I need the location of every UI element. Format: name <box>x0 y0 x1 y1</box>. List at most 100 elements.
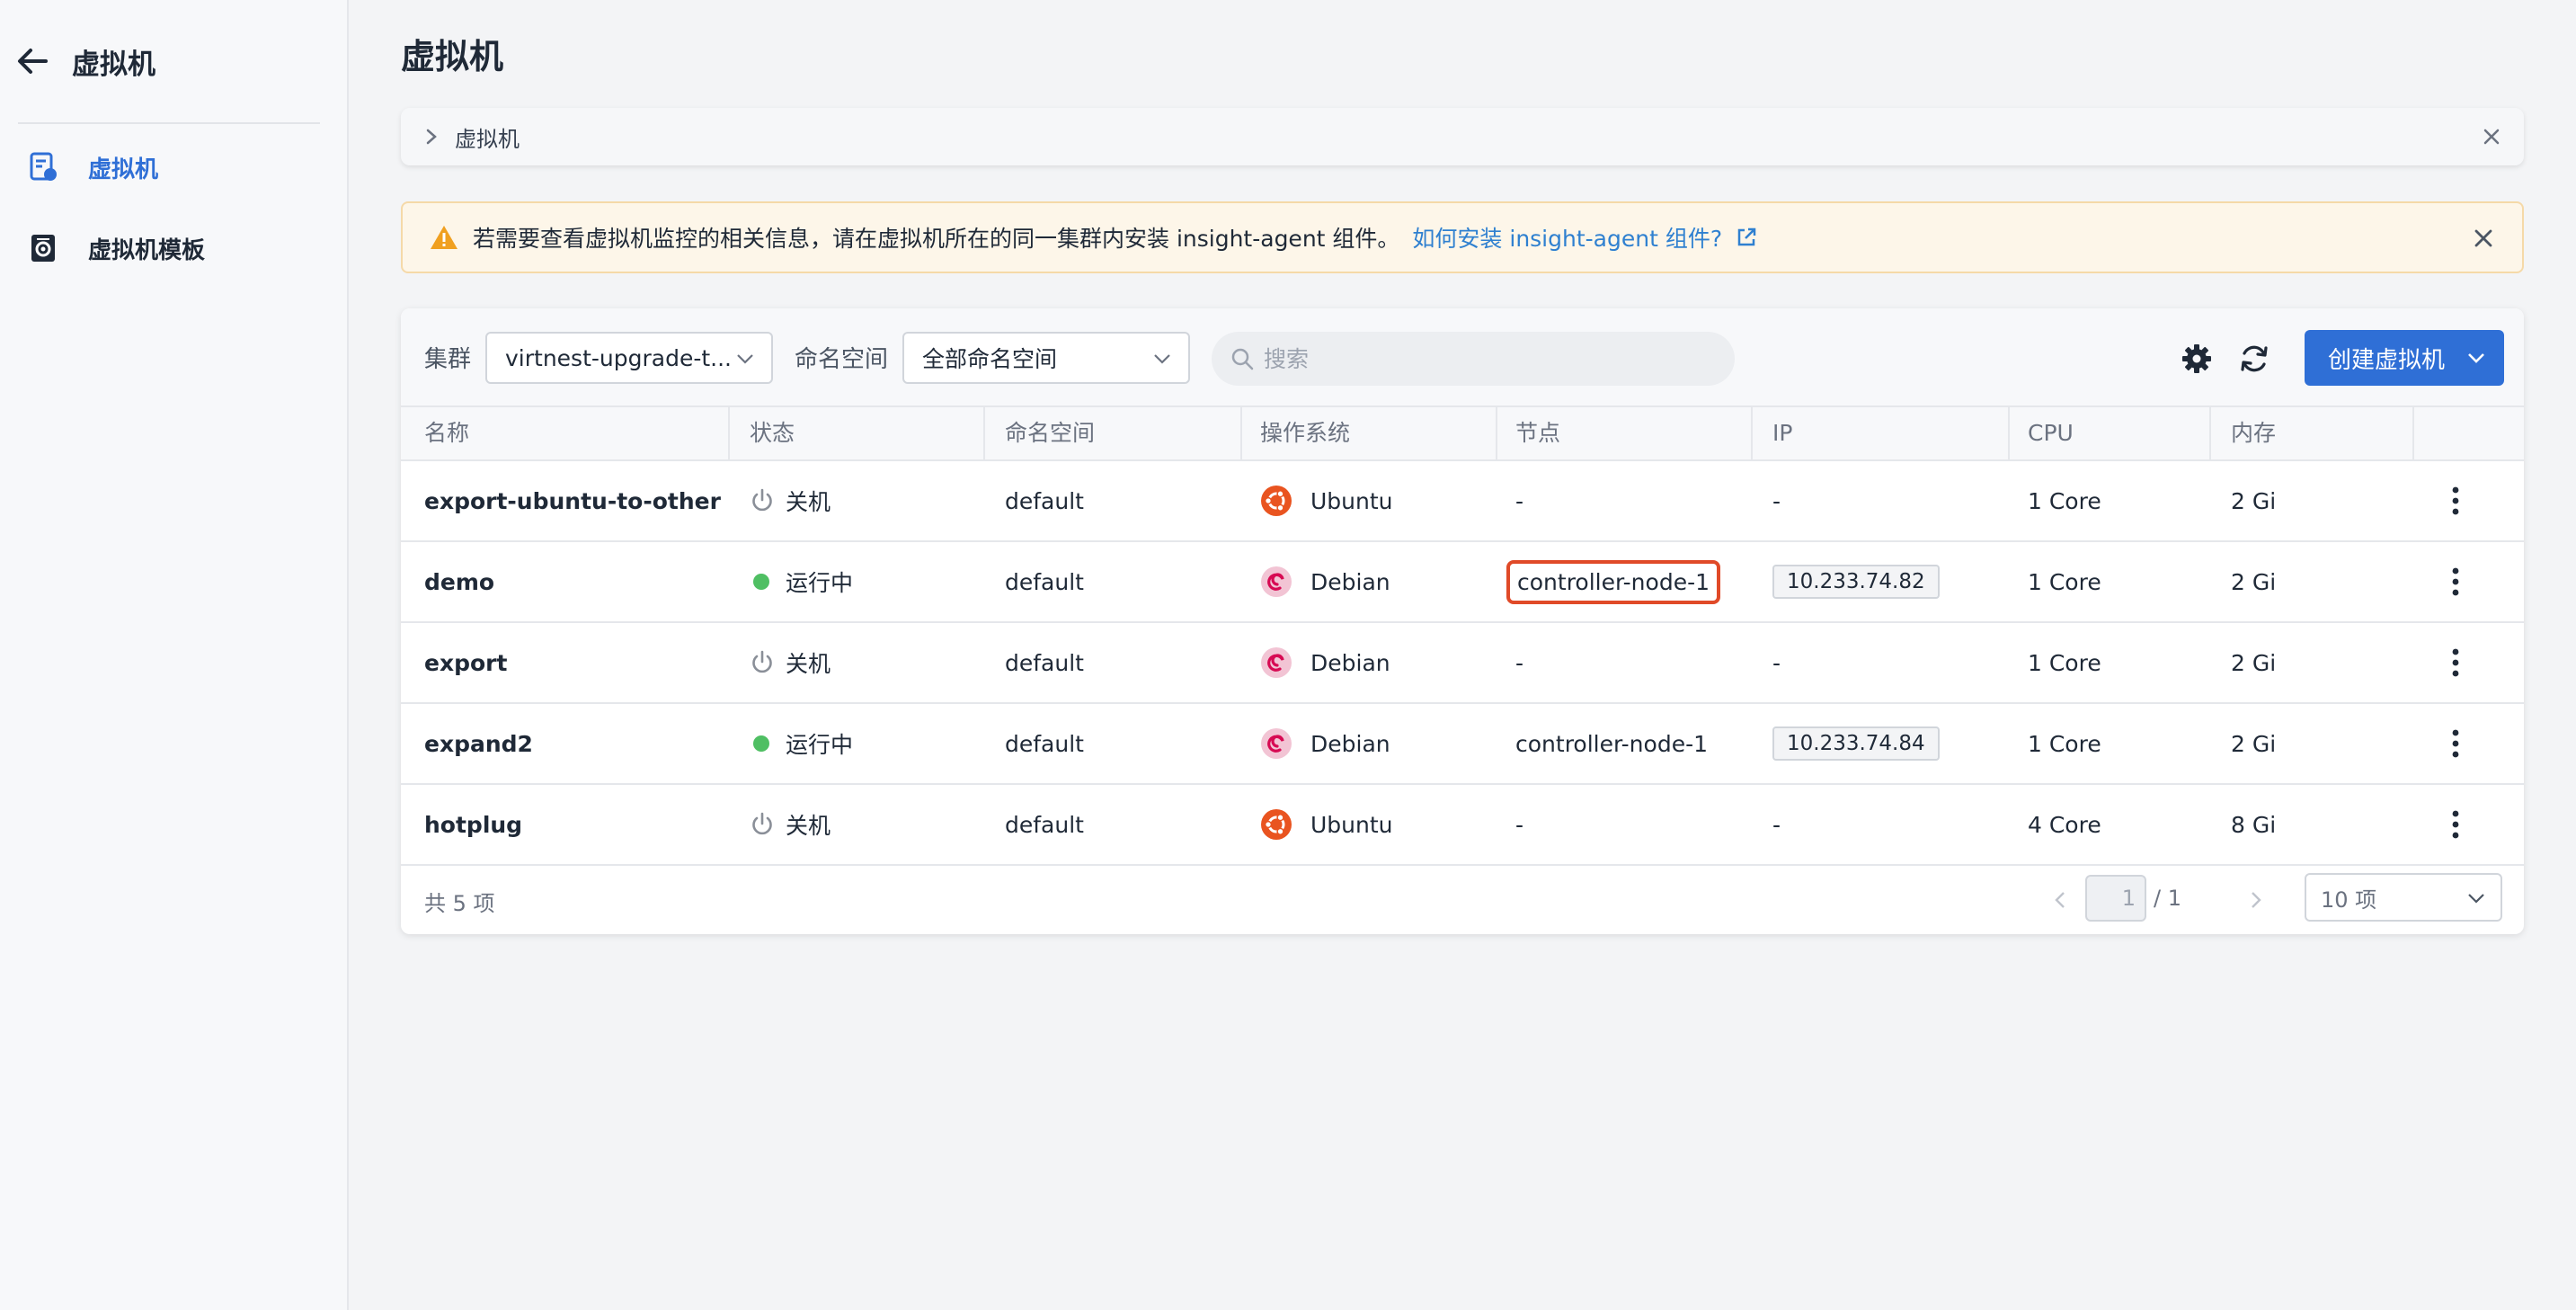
ip-cell: 10.233.74.84 <box>1772 704 1940 783</box>
back-arrow-icon[interactable] <box>14 43 50 79</box>
status-text: 关机 <box>786 813 831 839</box>
node-value: - <box>1515 649 1524 676</box>
table-row[interactable]: expand2 运行中 default Debian controller-node-1… <box>401 704 2524 785</box>
namespace-value: default <box>1005 730 1084 757</box>
table-row[interactable]: export-ubuntu-to-other 关机 default Ubuntu - - 1… <box>401 461 2524 542</box>
search-box <box>1212 332 1735 386</box>
sidebar-header: 虚拟机 <box>14 40 155 83</box>
column-header[interactable]: 名称 <box>424 407 469 459</box>
table-row[interactable]: demo 运行中 default Debian controller-node-1 10.… <box>401 542 2524 623</box>
cluster-label: 集群 <box>424 346 472 373</box>
status-cell: 关机 <box>750 461 831 540</box>
table-row[interactable]: export 关机 default Debian - - 1 Core 2 Gi <box>401 623 2524 704</box>
close-icon[interactable] <box>2479 124 2504 149</box>
chevron-down-icon <box>2466 348 2486 368</box>
page-size-select[interactable]: 10 项 <box>2305 873 2502 922</box>
table-header: 名称 状态 命名空间 操作系统 节点 IP CPU 内存 <box>401 405 2524 461</box>
memory-value: 2 Gi <box>2231 487 2277 514</box>
status-text: 运行中 <box>786 570 854 596</box>
vm-name[interactable]: demo <box>424 542 494 621</box>
cluster-select[interactable]: virtnest-upgrade-t... <box>485 332 773 384</box>
status-cell: 运行中 <box>750 704 853 783</box>
column-header[interactable]: 内存 <box>2231 407 2276 459</box>
status-cell: 关机 <box>750 785 831 864</box>
chevron-down-icon <box>1152 349 1172 369</box>
vm-name[interactable]: hotplug <box>424 785 522 864</box>
status-cell: 关机 <box>750 623 831 702</box>
prev-page-icon[interactable] <box>2047 887 2073 913</box>
node-value: - <box>1515 487 1524 514</box>
column-header[interactable]: IP <box>1772 407 1792 459</box>
column-header[interactable]: CPU <box>2028 407 2074 459</box>
sidebar-item-vm[interactable]: 虚拟机 <box>27 144 158 191</box>
running-status-dot <box>753 574 769 590</box>
column-divider <box>2209 407 2211 459</box>
cluster-value: virtnest-upgrade-t... <box>505 344 732 371</box>
breadcrumb-text[interactable]: 虚拟机 <box>455 121 520 153</box>
ip-cell: - <box>1772 623 1781 702</box>
namespace-value: default <box>1005 568 1084 595</box>
status-cell: 运行中 <box>750 542 853 621</box>
os-cell: Ubuntu <box>1260 461 1393 540</box>
cpu-value: 1 Core <box>2028 649 2101 676</box>
column-header[interactable]: 命名空间 <box>1005 407 1095 459</box>
namespace-value: 全部命名空间 <box>922 346 1058 372</box>
node-cell: - <box>1515 461 1523 540</box>
ip-value: - <box>1772 487 1781 514</box>
breadcrumb: 虚拟机 <box>401 108 2524 165</box>
vm-name[interactable]: export <box>424 623 507 702</box>
ubuntu-icon <box>1260 485 1292 517</box>
column-divider <box>1751 407 1753 459</box>
page-size-value: 10 项 <box>2321 887 2377 913</box>
alert-banner: 若需要查看虚拟机监控的相关信息，请在虚拟机所在的同一集群内安装 insight-… <box>401 201 2524 273</box>
more-actions-icon[interactable] <box>2438 806 2474 842</box>
create-vm-button[interactable]: 创建虚拟机 <box>2305 330 2504 386</box>
install-guide-link[interactable]: 如何安装 insight-agent 组件? <box>1412 221 1722 254</box>
table-row[interactable]: hotplug 关机 default Ubuntu - - 4 Core 8 Gi <box>401 785 2524 866</box>
ip-value: - <box>1772 811 1781 838</box>
next-page-icon[interactable] <box>2243 887 2269 913</box>
os-name: Debian <box>1310 568 1390 595</box>
ubuntu-icon <box>1260 808 1292 841</box>
node-value-highlighted: controller-node-1 <box>1506 559 1721 604</box>
vm-name[interactable]: export-ubuntu-to-other <box>424 461 721 540</box>
column-divider <box>728 407 730 459</box>
settings-gear-icon[interactable] <box>2179 341 2215 377</box>
sidebar: 虚拟机 虚拟机 虚拟机模板 <box>0 0 349 1310</box>
create-vm-label: 创建虚拟机 <box>2328 346 2446 374</box>
column-header[interactable]: 操作系统 <box>1260 407 1350 459</box>
more-actions-icon[interactable] <box>2438 564 2474 600</box>
node-cell: - <box>1515 623 1523 702</box>
column-divider <box>983 407 985 459</box>
sidebar-item-label: 虚拟机模板 <box>88 236 206 264</box>
debian-icon <box>1260 646 1292 679</box>
sidebar-title: 虚拟机 <box>72 48 155 81</box>
chevron-right-icon[interactable] <box>421 126 442 147</box>
namespace-value: default <box>1005 811 1084 838</box>
namespace-select[interactable]: 全部命名空间 <box>902 332 1190 384</box>
more-actions-icon[interactable] <box>2438 645 2474 681</box>
table-toolbar: 集群 virtnest-upgrade-t... 命名空间 全部命名空间 搜索 … <box>401 308 2524 405</box>
chevron-down-icon <box>735 349 755 369</box>
more-actions-icon[interactable] <box>2438 726 2474 762</box>
more-actions-icon[interactable] <box>2438 483 2474 519</box>
search-icon <box>1230 346 1255 371</box>
vm-template-icon <box>27 232 59 264</box>
os-cell: Debian <box>1260 623 1390 702</box>
close-icon[interactable] <box>2470 225 2497 252</box>
refresh-icon[interactable] <box>2236 341 2272 377</box>
chevron-down-icon <box>2466 888 2486 908</box>
column-header[interactable]: 状态 <box>750 407 795 459</box>
search-input[interactable] <box>1264 345 1713 372</box>
vm-name[interactable]: expand2 <box>424 704 533 783</box>
running-status-dot <box>753 735 769 752</box>
column-header[interactable]: 节点 <box>1515 407 1560 459</box>
os-name: Debian <box>1310 649 1390 676</box>
vm-table-card: 集群 virtnest-upgrade-t... 命名空间 全部命名空间 搜索 … <box>401 308 2524 934</box>
sidebar-item-vm-template[interactable]: 虚拟机模板 <box>27 225 205 272</box>
page-number-input[interactable]: 1 <box>2085 875 2146 922</box>
external-link-icon[interactable] <box>1735 226 1758 249</box>
page-title: 虚拟机 <box>401 37 504 76</box>
memory-value: 2 Gi <box>2231 649 2277 676</box>
node-cell: controller-node-1 <box>1506 542 1721 621</box>
